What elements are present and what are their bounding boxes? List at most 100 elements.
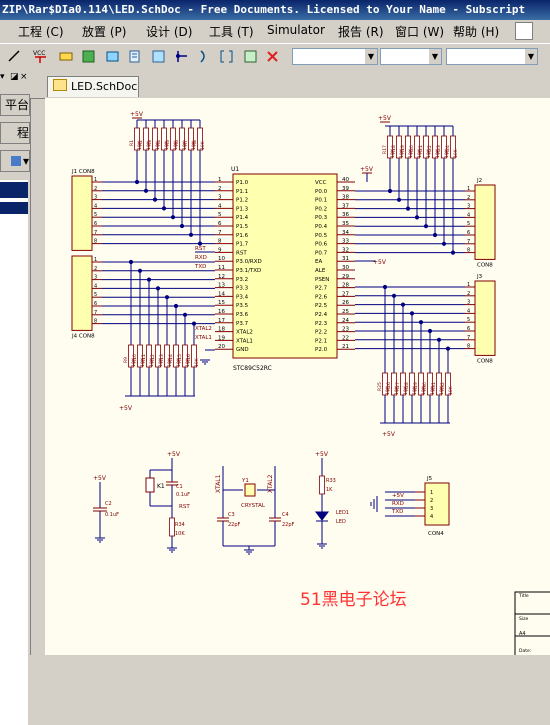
panel-dropdown[interactable]: ▾	[0, 150, 30, 172]
menu-tools[interactable]: 工具 (T)	[209, 23, 254, 40]
j4-pin-number: 7	[94, 310, 97, 316]
panel-controls: ▾ ◪ ×	[0, 72, 28, 84]
workspace-icon	[10, 156, 21, 166]
junction-icon[interactable]	[174, 48, 191, 65]
tab-led-schdoc[interactable]: LED.SchDoc	[47, 76, 139, 97]
u1-pin-number: 20	[218, 344, 225, 350]
c1-value: 0.1uF	[176, 492, 190, 498]
j4-pin-number: 4	[94, 283, 97, 289]
schematic-canvas[interactable]: U1 STC89C52RC 1 P1.0 2 P1.1 3 P1.2 4 P1.3 5 P1.4 6 P1…	[45, 98, 550, 655]
u1-pin-number: 32	[342, 247, 349, 253]
project-tree-item[interactable]	[0, 202, 28, 214]
menu-place[interactable]: 放置 (P)	[82, 23, 126, 40]
panel-tab-project[interactable]: 程	[0, 122, 30, 144]
r33-value: 1K	[326, 487, 333, 493]
u1-pin-number: 22	[342, 335, 349, 341]
float-icon[interactable]: ◪	[10, 72, 19, 82]
u1-pin-number: 7	[218, 230, 222, 236]
port-icon[interactable]	[58, 48, 75, 65]
u1-pin-number: 36	[342, 212, 349, 218]
u1-pin-name: P2.0	[315, 347, 328, 353]
component-icon[interactable]	[104, 48, 121, 65]
u1-pin-name: EA	[315, 259, 322, 265]
power-port-label: +5V	[378, 115, 392, 122]
junction-dot	[173, 303, 179, 309]
menu-simulator[interactable]: Simulator	[267, 23, 325, 37]
vcc-icon[interactable]: VCC	[32, 48, 49, 65]
j3-pin-number: 2	[467, 291, 470, 297]
zoom-combo[interactable]: ▼	[446, 48, 538, 65]
window-title-bar: ZIP\Rar$DIa0.114\LED.SchDoc - Free Docum…	[0, 0, 550, 20]
power-port-label: +5V	[167, 451, 181, 458]
net-label-rst: RST	[195, 246, 206, 252]
menu-reports[interactable]: 报告 (R)	[338, 23, 384, 40]
j4-body	[71, 255, 93, 331]
menu-project[interactable]: 工程 (C)	[18, 23, 64, 40]
bracket-icon[interactable]	[218, 48, 235, 65]
r33-resistor	[319, 475, 325, 495]
power-port-label: +5V	[315, 451, 329, 458]
pin-icon[interactable]: ▾	[0, 72, 5, 82]
title-block-size: Size	[519, 616, 528, 622]
delete-icon[interactable]	[264, 48, 281, 65]
res-bottom-left-ref: R16	[186, 354, 192, 363]
u1-pin-number: 13	[218, 283, 225, 289]
u1-pin-name: P0.3	[315, 215, 328, 221]
components	[71, 127, 550, 655]
junction-dot	[382, 284, 388, 290]
j5-type: CON4	[428, 531, 444, 537]
sheet-symbol-icon[interactable]	[242, 48, 259, 65]
project-tree-item-selected[interactable]	[0, 182, 28, 198]
j1-pin-number: 5	[94, 212, 97, 218]
k1-ref: K1	[157, 483, 165, 490]
title-block-date: Date:	[519, 648, 531, 654]
u1-pin-number: 28	[342, 283, 349, 289]
u1-pin-number: 9	[218, 247, 222, 253]
schematic-sheet[interactable]: U1 STC89C52RC 1 P1.0 2 P1.1 3 P1.2 4 P1.3 5 P1.4 6 P1…	[45, 98, 550, 655]
j5-pin-number: 4	[430, 514, 433, 520]
junction-dot	[450, 250, 456, 255]
chevron-down-icon: ▼	[525, 49, 537, 64]
close-icon[interactable]: ×	[20, 72, 28, 82]
harness-icon[interactable]	[196, 48, 213, 65]
j4-pin-number: 3	[94, 275, 97, 281]
j4-pin-number: 5	[94, 292, 97, 298]
panel-tab-platform[interactable]: 平台	[0, 94, 30, 116]
c1-ref: C1	[176, 484, 183, 490]
title-block-size-value: A4	[519, 631, 526, 637]
res-top-left-ref: R8	[192, 140, 198, 146]
junction-dot	[143, 188, 149, 193]
u1-pin-number: 37	[342, 203, 349, 209]
u1-pin-name: VCC	[315, 180, 327, 186]
y1-name: CRYSTAL	[241, 503, 266, 509]
mask-combo[interactable]: ▼	[380, 48, 442, 65]
net-icon[interactable]	[6, 48, 23, 65]
toolbar: VCC ▼ ▼ ▼	[0, 43, 550, 72]
bus-icon[interactable]	[80, 48, 97, 65]
c3-ref: C3	[228, 512, 235, 518]
u1-pin-name: P2.5	[315, 303, 328, 309]
sheet-icon[interactable]	[126, 48, 143, 65]
res-bottom-right-value: 10K	[448, 385, 454, 395]
res-top-left-ref: R1	[129, 140, 135, 146]
j5-net-label: RXD	[392, 501, 404, 507]
menu-help[interactable]: 帮助 (H)	[453, 23, 499, 40]
j1-body	[71, 175, 93, 251]
res-bottom-left-ref: R9	[123, 357, 129, 363]
u1-pin-number: 12	[218, 274, 225, 280]
j2-pin-number: 8	[467, 248, 470, 254]
c4-ref: C4	[282, 512, 289, 518]
menu-window[interactable]: 窗口 (W)	[395, 23, 444, 40]
xtal2-label: XTAL2	[267, 474, 274, 493]
u1-pin-name: P3.4	[236, 294, 249, 300]
res-top-left-ref: R4	[156, 140, 162, 146]
j1-pin-number: 1	[94, 177, 97, 183]
filter-combo[interactable]: ▼	[292, 48, 378, 65]
menu-design[interactable]: 设计 (D)	[146, 23, 192, 40]
wire-icon[interactable]	[150, 48, 167, 65]
pen-icon[interactable]	[515, 22, 533, 40]
res-bottom-right-ref: R32	[440, 382, 446, 391]
c3-value: 22pF	[228, 522, 241, 528]
project-tree[interactable]	[0, 180, 28, 725]
u1-pin-number: 39	[342, 186, 349, 192]
